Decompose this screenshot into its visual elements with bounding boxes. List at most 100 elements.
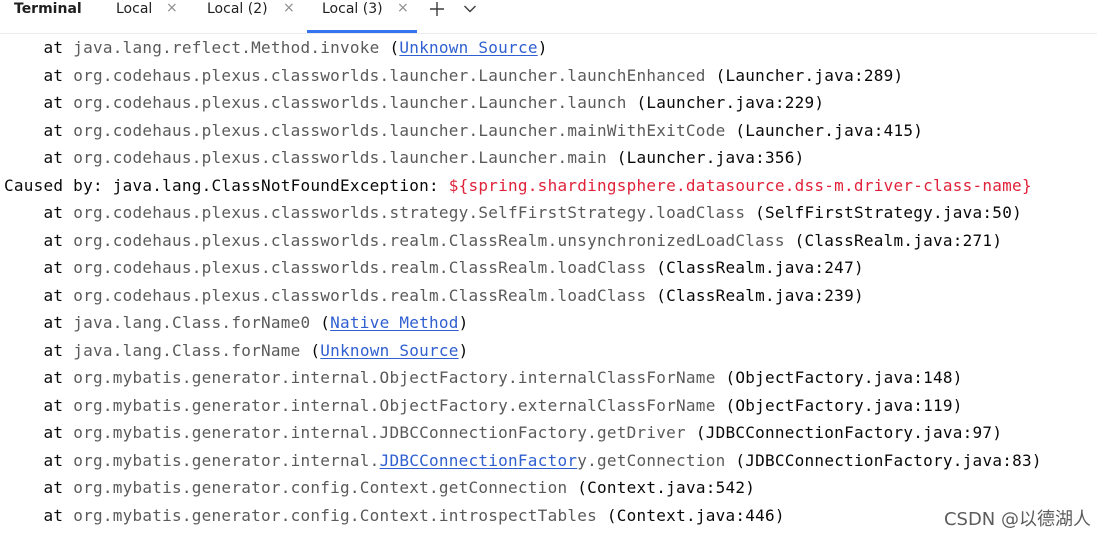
frame-method: y.getConnection xyxy=(577,450,726,470)
close-icon[interactable]: × xyxy=(166,1,178,15)
close-paren: ) xyxy=(745,478,756,497)
frame-method: org.mybatis.generator.internal.JDBCConne… xyxy=(73,423,686,442)
stack-trace-line: at java.lang.Class.forName (Unknown Sour… xyxy=(4,340,469,362)
stack-trace-line: at java.lang.reflect.Method.invoke (Unkn… xyxy=(4,37,548,59)
open-paren: ( xyxy=(794,230,805,250)
stack-trace-line: at java.lang.Class.forName0 (Native Meth… xyxy=(4,312,469,334)
close-paren: ) xyxy=(1012,203,1022,222)
caused-by-prefix: Caused by: java.lang.ClassNotFoundExcept… xyxy=(4,175,449,195)
tab-label: Local (2) xyxy=(207,1,268,17)
source-location[interactable]: Context.java:446 xyxy=(617,506,775,525)
stack-trace-line: at org.codehaus.plexus.classworlds.realm… xyxy=(4,257,864,279)
source-location[interactable]: ClassRealm.java:271 xyxy=(805,231,993,250)
close-paren: ) xyxy=(913,120,924,140)
tab-label: Local xyxy=(116,1,153,17)
stack-trace-line: at org.codehaus.plexus.classworlds.launc… xyxy=(4,65,904,87)
frame-method: java.lang.reflect.Method.invoke xyxy=(73,38,380,57)
at-keyword: at xyxy=(43,93,64,112)
at-keyword: at xyxy=(43,65,64,85)
stack-trace-line: at org.mybatis.generator.internal.JDBCCo… xyxy=(4,422,1002,444)
open-paren: ( xyxy=(715,65,726,85)
frame-method: org.mybatis.generator.config.Context.int… xyxy=(73,505,597,525)
close-paren: ) xyxy=(992,230,1003,250)
source-location[interactable]: Launcher.java:289 xyxy=(725,66,893,85)
open-paren: ( xyxy=(636,93,647,112)
open-paren: ( xyxy=(616,148,627,167)
watermark: CSDN @以德湖人 xyxy=(943,509,1091,530)
stack-trace-line: at org.codehaus.plexus.classworlds.launc… xyxy=(4,92,825,114)
frame-method: org.codehaus.plexus.classworlds.strategy… xyxy=(73,203,746,222)
source-link[interactable]: Unknown Source xyxy=(399,38,537,57)
source-location[interactable]: JDBCConnectionFactory.java:83 xyxy=(745,451,1032,470)
frame-method: java.lang.Class.forName xyxy=(73,340,301,360)
tab-local[interactable]: Local × xyxy=(116,0,186,33)
source-location[interactable]: ClassRealm.java:247 xyxy=(666,258,854,277)
terminal-output[interactable]: at java.lang.reflect.Method.invoke (Unkn… xyxy=(0,34,1097,536)
frame-method: org.mybatis.generator.internal. xyxy=(73,450,380,470)
source-location[interactable]: Launcher.java:415 xyxy=(745,121,913,140)
source-location[interactable]: ClassRealm.java:239 xyxy=(666,286,854,305)
terminal-tab-bar: Terminal Local × Local (2) × Local (3) × xyxy=(0,0,1097,34)
stack-trace-line: at org.codehaus.plexus.classworlds.realm… xyxy=(4,285,864,307)
source-location[interactable]: Launcher.java:229 xyxy=(646,93,814,112)
frame-class-link[interactable]: JDBCConnectionFactor xyxy=(380,451,578,470)
at-keyword: at xyxy=(43,148,64,167)
open-paren: ( xyxy=(735,120,746,140)
at-keyword: at xyxy=(43,285,64,305)
frame-method: org.codehaus.plexus.classworlds.realm.Cl… xyxy=(73,230,785,250)
source-location[interactable]: JDBCConnectionFactory.java:97 xyxy=(706,423,993,442)
close-paren: ) xyxy=(952,395,963,415)
at-keyword: at xyxy=(43,395,64,415)
stack-trace-line: at org.mybatis.generator.internal.JDBCCo… xyxy=(4,450,1042,472)
at-keyword: at xyxy=(43,340,64,360)
source-location[interactable]: Launcher.java:356 xyxy=(627,148,795,167)
open-paren: ( xyxy=(656,285,667,305)
at-keyword: at xyxy=(43,230,64,250)
tool-window-title: Terminal xyxy=(14,1,82,17)
at-keyword: at xyxy=(43,203,64,222)
tab-local-3[interactable]: Local (3) × xyxy=(307,0,417,33)
tab-options-button[interactable] xyxy=(461,0,481,18)
stack-trace-line: at org.mybatis.generator.internal.Object… xyxy=(4,395,963,417)
close-paren: ) xyxy=(992,423,1003,442)
open-paren: ( xyxy=(725,395,736,415)
frame-method: java.lang.Class.forName0 xyxy=(73,313,311,332)
source-location[interactable]: Context.java:542 xyxy=(587,478,745,497)
stack-trace-line: at org.mybatis.generator.config.Context.… xyxy=(4,477,755,499)
source-location[interactable]: ObjectFactory.java:119 xyxy=(735,396,952,415)
active-tab-indicator xyxy=(307,30,417,33)
open-paren: ( xyxy=(725,368,736,387)
open-paren: ( xyxy=(310,340,321,360)
exception-message: ${spring.shardingsphere.datasource.dss-m… xyxy=(448,175,1032,195)
close-paren: ) xyxy=(774,505,785,525)
source-link[interactable]: Unknown Source xyxy=(320,341,458,360)
close-icon[interactable]: × xyxy=(397,1,409,15)
frame-method: org.codehaus.plexus.classworlds.launcher… xyxy=(73,65,706,85)
frame-method: org.codehaus.plexus.classworlds.launcher… xyxy=(73,93,627,112)
frame-method: org.codehaus.plexus.classworlds.launcher… xyxy=(73,120,726,140)
caused-by-line: Caused by: java.lang.ClassNotFoundExcept… xyxy=(4,175,1032,197)
close-paren: ) xyxy=(814,93,825,112)
at-keyword: at xyxy=(43,258,64,277)
source-location[interactable]: ObjectFactory.java:148 xyxy=(735,368,952,387)
stack-trace-line: at org.codehaus.plexus.classworlds.realm… xyxy=(4,230,1002,252)
frame-method: org.mybatis.generator.config.Context.get… xyxy=(73,478,568,497)
close-icon[interactable]: × xyxy=(283,1,295,15)
source-location[interactable]: SelfFirstStrategy.java:50 xyxy=(765,203,1012,222)
frame-method: org.mybatis.generator.internal.ObjectFac… xyxy=(73,395,716,415)
close-paren: ) xyxy=(1031,450,1042,470)
new-tab-button[interactable] xyxy=(428,0,448,18)
tab-local-2[interactable]: Local (2) × xyxy=(207,0,297,33)
source-link[interactable]: Native Method xyxy=(330,313,458,332)
stack-trace-line: at org.mybatis.generator.internal.Object… xyxy=(4,367,963,389)
